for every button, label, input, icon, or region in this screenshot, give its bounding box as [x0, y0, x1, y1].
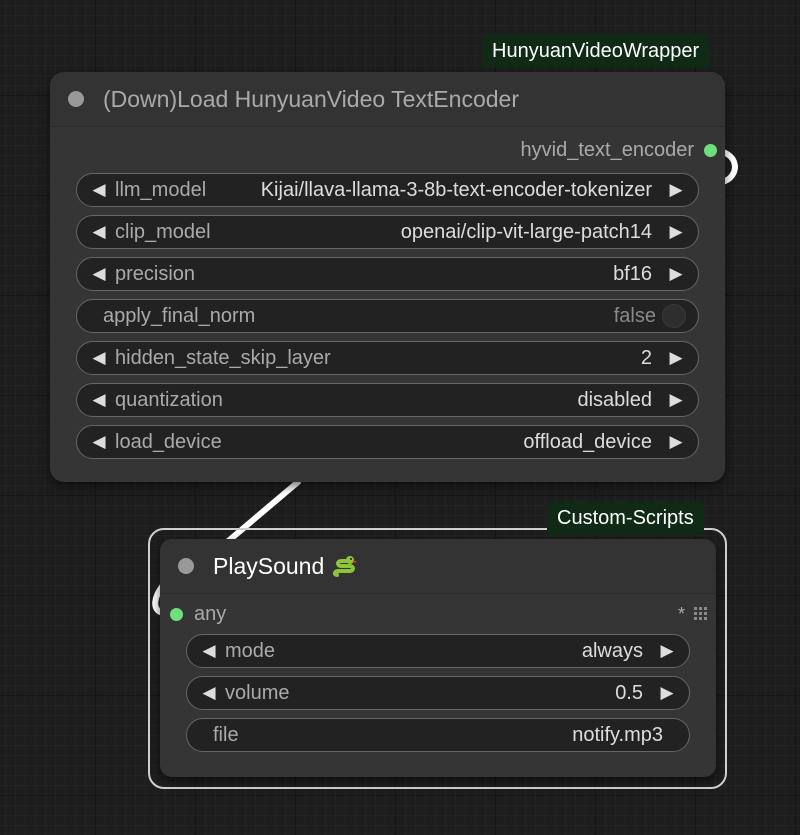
- arrow-left-icon[interactable]: ◀: [89, 390, 109, 410]
- arrow-right-icon[interactable]: ▶: [657, 641, 677, 661]
- input-slot-dot-icon[interactable]: [170, 607, 183, 621]
- widget-label: quantization: [115, 388, 223, 411]
- widget-list: ◀ llm_model Kijai/llava-llama-3-8b-text-…: [50, 173, 725, 459]
- widget-label: apply_final_norm: [103, 304, 256, 327]
- input-type-marker: *: [677, 603, 685, 624]
- widget-label: file: [213, 723, 239, 746]
- widget-clip-model[interactable]: ◀ clip_model openai/clip-vit-large-patch…: [76, 215, 699, 249]
- playsound-node[interactable]: PlaySound any * ◀ mode always ▶ ◀ volume…: [160, 539, 716, 777]
- widget-list: ◀ mode always ▶ ◀ volume 0.5 ▶ file noti…: [160, 634, 716, 752]
- arrow-left-icon[interactable]: ◀: [89, 180, 109, 200]
- output-slot-dot-icon[interactable]: [704, 143, 717, 157]
- arrow-right-icon[interactable]: ▶: [666, 180, 686, 200]
- snake-icon: [332, 553, 358, 579]
- arrow-right-icon[interactable]: ▶: [666, 264, 686, 284]
- node-source-badge-hunyuan: HunyuanVideoWrapper: [482, 34, 710, 68]
- widget-label: volume: [225, 681, 290, 704]
- widget-value: 0.5: [615, 681, 643, 704]
- text-encoder-node[interactable]: (Down)Load HunyuanVideo TextEncoder hyvi…: [50, 72, 725, 482]
- widget-file[interactable]: file notify.mp3: [186, 718, 690, 752]
- arrow-right-icon[interactable]: ▶: [666, 222, 686, 242]
- arrow-left-icon[interactable]: ◀: [89, 264, 109, 284]
- node-title-bar[interactable]: (Down)Load HunyuanVideo TextEncoder: [50, 72, 725, 127]
- collapse-dot-icon[interactable]: [178, 558, 194, 574]
- widget-load-device[interactable]: ◀ load_device offload_device ▶: [76, 425, 699, 459]
- node-title: PlaySound: [213, 552, 325, 579]
- widget-value: notify.mp3: [572, 723, 663, 746]
- widget-label: clip_model: [115, 220, 211, 243]
- widget-volume[interactable]: ◀ volume 0.5 ▶: [186, 676, 690, 710]
- widget-label: load_device: [115, 430, 222, 453]
- widget-label: mode: [225, 639, 276, 662]
- widget-mode[interactable]: ◀ mode always ▶: [186, 634, 690, 668]
- widget-hidden-state-skip-layer[interactable]: ◀ hidden_state_skip_layer 2 ▶: [76, 341, 699, 375]
- widget-label: llm_model: [115, 178, 207, 201]
- collapse-dot-icon[interactable]: [68, 91, 84, 107]
- arrow-left-icon[interactable]: ◀: [199, 683, 219, 703]
- node-title-bar[interactable]: PlaySound: [160, 539, 716, 594]
- arrow-right-icon[interactable]: ▶: [666, 348, 686, 368]
- widget-value: Kijai/llava-llama-3-8b-text-encoder-toke…: [260, 178, 652, 201]
- widget-label: hidden_state_skip_layer: [115, 346, 331, 369]
- arrow-right-icon[interactable]: ▶: [657, 683, 677, 703]
- widget-value: bf16: [613, 262, 652, 285]
- widget-value: always: [581, 639, 643, 662]
- arrow-right-icon[interactable]: ▶: [666, 390, 686, 410]
- input-label: any: [194, 602, 227, 625]
- widget-llm-model[interactable]: ◀ llm_model Kijai/llava-llama-3-8b-text-…: [76, 173, 699, 207]
- arrow-left-icon[interactable]: ◀: [199, 641, 219, 661]
- node-title: (Down)Load HunyuanVideo TextEncoder: [103, 85, 519, 112]
- node-source-badge-custom-scripts: Custom-Scripts: [547, 501, 704, 535]
- output-label: hyvid_text_encoder: [520, 138, 694, 161]
- widget-quantization[interactable]: ◀ quantization disabled ▶: [76, 383, 699, 417]
- arrow-left-icon[interactable]: ◀: [89, 348, 109, 368]
- output-slot-row: hyvid_text_encoder: [50, 127, 725, 173]
- widget-value: 2: [640, 346, 652, 369]
- widget-value: disabled: [577, 388, 652, 411]
- input-slot-row: any *: [160, 594, 716, 634]
- grid-dots-icon[interactable]: [694, 607, 708, 621]
- widget-label: precision: [115, 262, 196, 285]
- input-extra: *: [678, 604, 708, 625]
- widget-value: openai/clip-vit-large-patch14: [400, 220, 652, 243]
- arrow-left-icon[interactable]: ◀: [89, 222, 109, 242]
- widget-value: offload_device: [523, 430, 652, 453]
- widget-precision[interactable]: ◀ precision bf16 ▶: [76, 257, 699, 291]
- widget-apply-final-norm[interactable]: apply_final_norm false: [76, 299, 699, 333]
- arrow-left-icon[interactable]: ◀: [89, 432, 109, 452]
- widget-value: false: [613, 304, 656, 327]
- arrow-right-icon[interactable]: ▶: [666, 432, 686, 452]
- toggle-knob-icon[interactable]: [662, 304, 686, 328]
